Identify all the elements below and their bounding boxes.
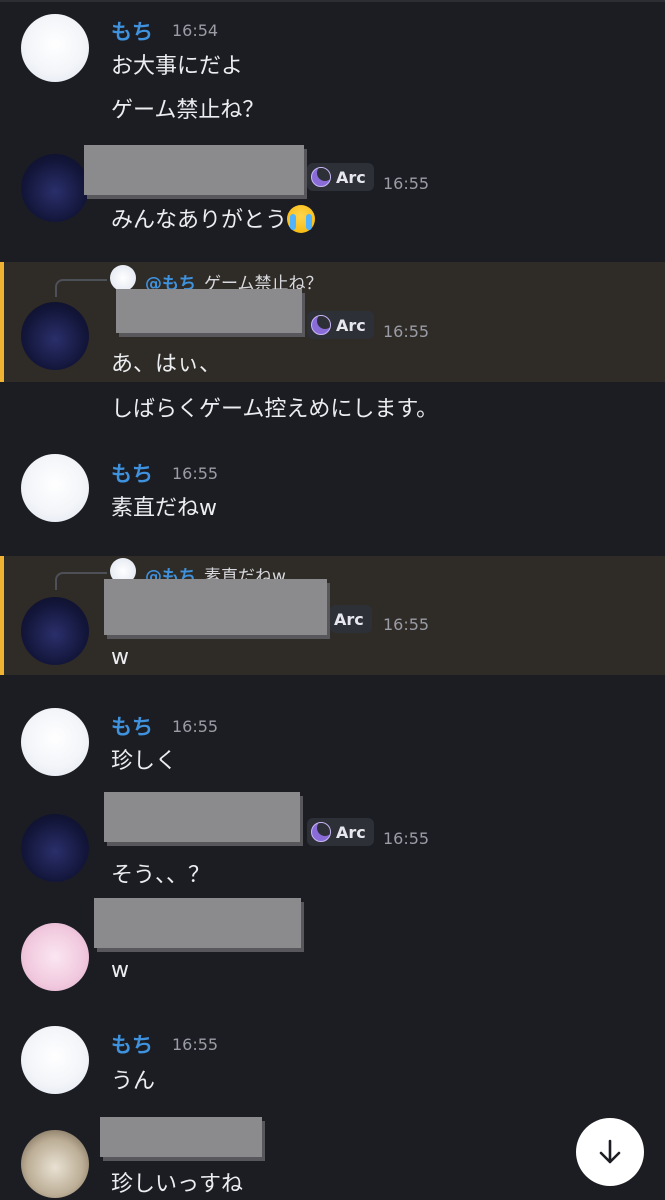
- highlight-bar: [0, 556, 4, 675]
- crescent-moon-icon: [311, 167, 331, 187]
- username[interactable]: もち: [111, 458, 153, 488]
- reply-avatar: [110, 265, 136, 291]
- top-divider: [0, 0, 665, 2]
- avatar[interactable]: [21, 923, 89, 991]
- timestamp: 16:55: [383, 322, 430, 341]
- timestamp: 16:55: [172, 464, 219, 483]
- role-badge[interactable]: Arc: [330, 605, 372, 633]
- message-text: 珍しく: [111, 749, 178, 774]
- role-badge[interactable]: Arc: [307, 818, 374, 846]
- redacted-username: [84, 145, 304, 195]
- timestamp: 16:55: [383, 174, 430, 193]
- highlight-bar: [0, 262, 4, 382]
- timestamp: 16:55: [172, 1035, 219, 1054]
- redacted-username: [94, 898, 301, 948]
- badge-label: Arc: [336, 167, 366, 187]
- message-text: みんなありがとう: [111, 208, 288, 233]
- crescent-moon-icon: [311, 822, 331, 842]
- message-line: みんなありがとう: [111, 202, 316, 234]
- reply-connector: [55, 572, 107, 590]
- timestamp: 16:55: [383, 829, 430, 848]
- username[interactable]: もち: [111, 1029, 153, 1059]
- message-text: 素直だねw: [111, 496, 217, 521]
- crescent-moon-icon: [311, 315, 331, 335]
- scroll-to-bottom-button[interactable]: [576, 1118, 644, 1186]
- role-badge[interactable]: Arc: [307, 163, 374, 191]
- avatar[interactable]: [21, 454, 89, 522]
- message-text: あ、はぃ、: [111, 352, 222, 377]
- username[interactable]: もち: [111, 711, 153, 741]
- redacted-username: [104, 579, 327, 635]
- message-text: w: [111, 645, 129, 670]
- badge-label: Arc: [336, 315, 366, 335]
- timestamp: 16:55: [172, 717, 219, 736]
- timestamp: 16:54: [172, 21, 219, 40]
- timestamp: 16:55: [383, 615, 430, 634]
- avatar[interactable]: [21, 1026, 89, 1094]
- badge-label: Arc: [336, 822, 366, 842]
- message-text: しばらくゲーム控えめにします。: [111, 397, 439, 422]
- avatar[interactable]: [21, 14, 89, 82]
- message-text: うん: [111, 1069, 156, 1094]
- message-text: ゲーム禁止ね？: [111, 98, 265, 123]
- message-text: w: [111, 958, 129, 983]
- avatar[interactable]: [21, 154, 89, 222]
- redacted-username: [116, 289, 302, 333]
- redacted-username: [104, 792, 300, 842]
- username[interactable]: もち: [111, 16, 153, 46]
- avatar[interactable]: [21, 708, 89, 776]
- avatar[interactable]: [21, 597, 89, 665]
- reply-connector: [55, 279, 107, 297]
- loudly-crying-face-icon: [287, 205, 316, 233]
- message-text: そう、、？: [111, 863, 211, 888]
- avatar[interactable]: [21, 1130, 89, 1198]
- avatar[interactable]: [21, 814, 89, 882]
- arrow-down-icon: [599, 1139, 621, 1164]
- avatar[interactable]: [21, 302, 89, 370]
- role-badge[interactable]: Arc: [307, 311, 374, 339]
- message-text: お大事にだよ: [111, 54, 244, 79]
- badge-label: Arc: [334, 609, 364, 629]
- message-text: 珍しいっすね: [111, 1172, 244, 1197]
- redacted-username: [100, 1117, 262, 1157]
